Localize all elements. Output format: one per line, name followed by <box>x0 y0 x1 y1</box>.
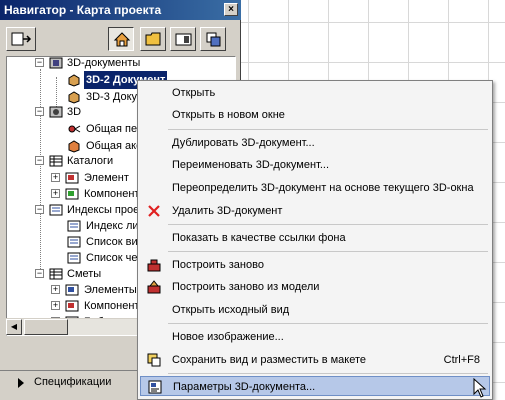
3d-document-icon <box>68 91 80 104</box>
menu-item-label: Новое изображение... <box>172 331 284 343</box>
menu-item-3d-document-settings[interactable]: Параметры 3D-документа... <box>140 376 490 396</box>
expand-toggle[interactable]: + <box>51 285 60 294</box>
index-icon <box>67 220 81 232</box>
menu-item-label: Дублировать 3D-документ... <box>172 137 315 149</box>
index-folder-icon <box>49 204 63 216</box>
title-bar[interactable]: Навигатор - Карта проекта × <box>0 0 241 20</box>
rebuild-icon <box>147 259 161 272</box>
context-menu: Открыть Открыть в новом окне Дублировать… <box>137 80 493 400</box>
menu-item-rebuild-from-model[interactable]: Построить заново из модели <box>140 277 490 297</box>
publisher-sets-button[interactable] <box>200 27 226 51</box>
menu-item-label: Открыть исходный вид <box>172 304 290 316</box>
expand-arrow-icon[interactable] <box>18 378 24 388</box>
menu-item-new-image[interactable]: Новое изображение... <box>140 327 490 347</box>
expand-toggle[interactable]: + <box>51 189 60 198</box>
collapse-toggle[interactable]: − <box>35 107 44 116</box>
mouse-pointer-icon <box>473 378 487 398</box>
component-icon <box>65 188 79 200</box>
collapse-toggle[interactable]: − <box>35 269 44 278</box>
layout-book-button[interactable] <box>170 27 196 51</box>
element-icon <box>65 172 79 184</box>
collapse-toggle[interactable]: − <box>35 58 44 67</box>
navigator-toolbar <box>0 22 241 56</box>
document-settings-icon <box>148 380 162 394</box>
menu-item-rebuild[interactable]: Построить заново <box>140 255 490 275</box>
menu-item-label: Показать в качестве ссылки фона <box>172 232 346 244</box>
3d-document-folder-icon <box>49 57 63 69</box>
component-icon <box>65 300 79 312</box>
estimate-folder-icon <box>49 268 63 280</box>
tree-item-label: 3D-документы <box>67 57 141 69</box>
publisher-icon <box>11 32 32 46</box>
menu-separator <box>168 373 488 374</box>
menu-item-label: Сохранить вид и разместить в макете <box>172 354 367 366</box>
save-view-icon <box>147 353 161 367</box>
publisher-button[interactable] <box>6 27 36 51</box>
perspective-icon <box>68 125 81 133</box>
specifications-label: Спецификации <box>34 376 112 388</box>
menu-item-label: Переименовать 3D-документ... <box>172 159 330 171</box>
menu-item-label: Построить заново <box>172 259 264 271</box>
publisher-sets-icon <box>206 32 221 47</box>
menu-separator <box>168 224 488 225</box>
tree-item-label: Каталоги <box>67 155 114 167</box>
expand-toggle[interactable]: + <box>51 173 60 182</box>
menu-item-open-new-window[interactable]: Открыть в новом окне <box>140 105 490 125</box>
index-icon <box>67 236 81 248</box>
menu-item-shortcut: Ctrl+F8 <box>443 354 480 366</box>
window-title: Навигатор - Карта проекта <box>4 3 162 17</box>
menu-item-save-view-place-layout[interactable]: Сохранить вид и разместить в макете Ctrl… <box>140 350 490 370</box>
close-button[interactable]: × <box>224 3 238 16</box>
project-map-icon <box>113 32 131 47</box>
3d-document-icon <box>68 74 80 87</box>
3d-folder-icon <box>49 106 63 118</box>
scroll-left-arrow-icon[interactable]: ◀ <box>6 319 22 335</box>
menu-item-show-as-background[interactable]: Показать в качестве ссылки фона <box>140 228 490 248</box>
menu-item-label: Открыть <box>172 87 216 99</box>
menu-item-redefine[interactable]: Переопределить 3D-документ на основе тек… <box>140 178 490 198</box>
delete-red-x-icon <box>148 205 160 217</box>
menu-item-label: Переопределить 3D-документ на основе тек… <box>172 182 474 194</box>
menu-separator <box>168 251 488 252</box>
menu-item-label: Построить заново из модели <box>172 281 320 293</box>
element-icon <box>65 284 79 296</box>
menu-separator <box>168 323 488 324</box>
collapse-toggle[interactable]: − <box>35 156 44 165</box>
menu-item-label: Параметры 3D-документа... <box>173 381 316 393</box>
menu-item-open-source-view[interactable]: Открыть исходный вид <box>140 300 490 320</box>
expand-toggle[interactable]: + <box>51 301 60 310</box>
project-map-button[interactable] <box>108 27 134 51</box>
scroll-thumb[interactable] <box>24 319 68 335</box>
menu-item-duplicate[interactable]: Дублировать 3D-документ... <box>140 133 490 153</box>
menu-item-label: Открыть в новом окне <box>172 109 285 121</box>
tree-item-label: 3D <box>67 106 82 118</box>
view-map-button[interactable] <box>140 27 166 51</box>
collapse-toggle[interactable]: − <box>35 205 44 214</box>
layout-book-icon <box>175 33 192 46</box>
menu-item-rename[interactable]: Переименовать 3D-документ... <box>140 155 490 175</box>
catalog-folder-icon <box>49 155 63 167</box>
menu-item-delete[interactable]: Удалить 3D-документ <box>140 201 490 221</box>
axonometry-icon <box>68 140 80 153</box>
tree-connector <box>40 69 41 269</box>
view-map-icon <box>145 32 161 46</box>
rebuild-from-model-icon <box>147 280 161 294</box>
menu-separator <box>168 129 488 130</box>
menu-item-open[interactable]: Открыть <box>140 83 490 103</box>
menu-item-label: Удалить 3D-документ <box>172 205 283 217</box>
index-icon <box>67 252 81 264</box>
